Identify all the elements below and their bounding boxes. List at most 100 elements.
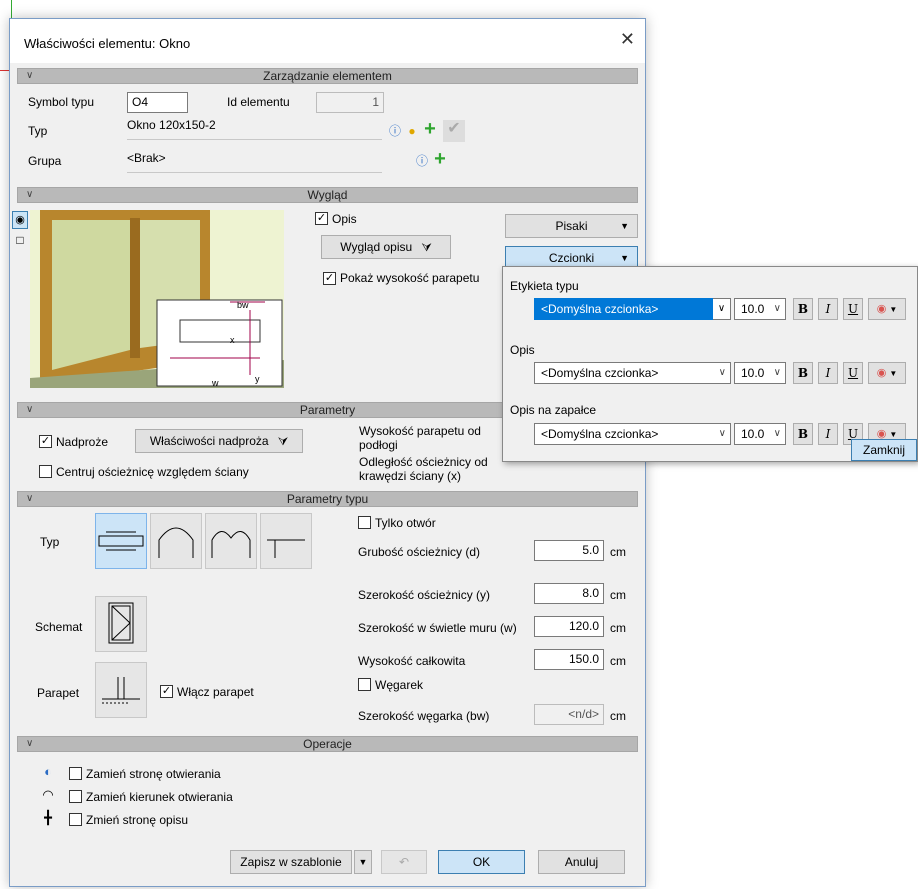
font-row-label: Etykieta typu <box>510 279 579 293</box>
type-bulb-icon[interactable]: ● <box>403 122 421 140</box>
font-color-button[interactable]: ◉ ▼ <box>868 362 906 384</box>
anuluj-button[interactable]: Anuluj <box>538 850 625 874</box>
wysokosc-label: Wysokość całkowita <box>358 654 466 668</box>
zamknij-button[interactable]: Zamknij <box>851 439 917 461</box>
font-family-value: <Domyślna czcionka> <box>541 427 659 441</box>
dim-label-bw: bw <box>237 300 249 310</box>
ok-button[interactable]: OK <box>438 850 525 874</box>
italic-button[interactable]: I <box>818 423 838 445</box>
window-preview-drawing: bw x y w <box>30 210 284 388</box>
szerokosc-muru-input[interactable]: 120.0 <box>534 616 604 637</box>
opening-type-double-arch-button[interactable] <box>205 513 257 569</box>
wlacz-parapet-label: Włącz parapet <box>177 685 254 699</box>
font-family-value: <Domyślna czcionka> <box>541 302 659 316</box>
wlacz-parapet-checkbox[interactable]: ✓ <box>160 685 173 698</box>
opening-type-flat-button[interactable] <box>260 513 312 569</box>
chevron-down-icon: ∨ <box>26 404 34 415</box>
font-family-select[interactable]: <Domyślna czcionka> <box>534 298 731 320</box>
type-value: Okno 120x150-2 <box>127 118 216 132</box>
font-family-select[interactable]: <Domyślna czcionka> ∨ <box>534 362 731 384</box>
szerokosc-osc-input[interactable]: 8.0 <box>534 583 604 604</box>
section-title: Zarządzanie elementem <box>263 69 392 83</box>
underline-button[interactable]: U <box>843 298 863 320</box>
close-icon[interactable]: ✕ <box>620 30 635 48</box>
wysokosc-parapetu-label: Wysokość parapetu od podłogi <box>359 424 481 452</box>
opis-checkbox[interactable]: ✓ <box>315 212 328 225</box>
szerokosc-osc-label: Szerokość ościeżnicy (y) <box>358 588 491 602</box>
section-header-operations[interactable]: ∨ Operacje <box>17 736 638 752</box>
dropdown-arrow-icon: ▼ <box>889 305 898 314</box>
font-size-select[interactable]: 10.0 ∨ <box>734 423 786 445</box>
font-settings-popup: Etykieta typu <Domyślna czcionka> ∨ 10.0… <box>502 266 918 462</box>
group-underline <box>127 172 382 173</box>
group-label: Grupa <box>28 154 62 168</box>
underline-button[interactable]: U <box>843 362 863 384</box>
section-header-management[interactable]: ∨ Zarządzanie elementem <box>17 68 638 84</box>
arch-opening-icon <box>158 527 194 558</box>
add-group-icon[interactable]: + <box>431 149 449 169</box>
section-header-appearance[interactable]: ∨ Wygląd <box>17 187 638 203</box>
opening-type-rectangular-button[interactable] <box>95 513 147 569</box>
font-size-select[interactable]: 10.0 ∨ <box>734 298 786 320</box>
swap-opening-side-icon: ◐ <box>44 764 52 779</box>
centruj-checkbox[interactable] <box>39 465 52 478</box>
tylko-otwor-checkbox[interactable] <box>358 516 371 529</box>
pokaz-wysokosc-checkbox[interactable]: ✓ <box>323 272 336 285</box>
font-size-select[interactable]: 10.0 ∨ <box>734 362 786 384</box>
dim-label-x: x <box>230 335 235 345</box>
wlasciwosci-nadproza-button[interactable]: Właściwości nadproża ⮛ <box>135 429 303 453</box>
zapisz-dropdown-button[interactable]: ▼ <box>354 850 372 874</box>
typ-label: Typ <box>40 535 60 549</box>
swap-opening-direction-icon: ◠ <box>42 787 54 802</box>
font-size-value: 10.0 <box>741 366 765 380</box>
dropdown-arrow-icon: ▼ <box>889 430 898 439</box>
wegarek-checkbox[interactable] <box>358 678 371 691</box>
parapet-button[interactable] <box>95 662 147 718</box>
opening-type-arch-button[interactable] <box>150 513 202 569</box>
wysokosc-input[interactable]: 150.0 <box>534 649 604 670</box>
group-info-icon[interactable]: ⓘ <box>413 152 431 170</box>
symbol-type-input[interactable]: O4 <box>127 92 188 113</box>
section-header-type-parameters[interactable]: ∨ Parametry typu <box>17 491 638 507</box>
zamien-kierunek-checkbox[interactable] <box>69 790 82 803</box>
element-id-label: Id elementu <box>227 95 290 109</box>
dim-label-w: w <box>211 378 219 388</box>
opis-label: Opis <box>332 212 357 226</box>
font-family-value: <Domyślna czcionka> <box>541 366 659 380</box>
type-label: Typ <box>28 124 48 138</box>
dropdown-arrow-icon: ▼ <box>358 857 368 867</box>
chevron-down-icon: ∨ <box>773 303 781 314</box>
wyglad-opisu-button[interactable]: Wygląd opisu ⮛ <box>321 235 451 259</box>
chevron-down-icon: ∨ <box>773 428 781 439</box>
font-color-button[interactable]: ◉ ▼ <box>868 298 906 320</box>
section-title: Wygląd <box>307 188 348 202</box>
italic-button[interactable]: I <box>818 362 838 384</box>
bold-button[interactable]: B <box>793 298 813 320</box>
type-underline <box>127 139 382 140</box>
odleglosc-label: Odległość ościeżnicy od krawędzi ściany … <box>359 455 488 483</box>
nadproze-checkbox[interactable]: ✓ <box>39 435 52 448</box>
szerokosc-osc-unit: cm <box>610 588 626 602</box>
szer-wegarka-unit: cm <box>610 709 626 723</box>
type-info-icon[interactable]: ⓘ <box>386 122 404 140</box>
zamien-strone-checkbox[interactable] <box>69 767 82 780</box>
color-palette-icon: ◉ <box>876 303 887 315</box>
schemat-button[interactable] <box>95 596 147 652</box>
pisaki-button[interactable]: Pisaki ▼ <box>505 214 638 238</box>
grubosc-label: Grubość ościeżnicy (d) <box>358 545 481 559</box>
font-family-select[interactable]: <Domyślna czcionka> ∨ <box>534 423 731 445</box>
chevron-down-icon: ∨ <box>718 428 726 439</box>
grubosc-unit: cm <box>610 545 626 559</box>
italic-button[interactable]: I <box>818 298 838 320</box>
chevron-down-icon[interactable]: ∨ <box>713 298 731 320</box>
bold-button[interactable]: B <box>793 423 813 445</box>
schemat-label: Schemat <box>35 620 83 634</box>
add-type-icon[interactable]: + <box>421 119 439 139</box>
group-value: <Brak> <box>127 151 166 165</box>
zapisz-w-szablonie-button[interactable]: Zapisz w szablonie <box>230 850 352 874</box>
camera-icon[interactable]: ◉ <box>12 211 28 229</box>
grubosc-input[interactable]: 5.0 <box>534 540 604 561</box>
zmien-opis-checkbox[interactable] <box>69 813 82 826</box>
bold-button[interactable]: B <box>793 362 813 384</box>
cube-icon[interactable]: □ <box>12 232 28 250</box>
